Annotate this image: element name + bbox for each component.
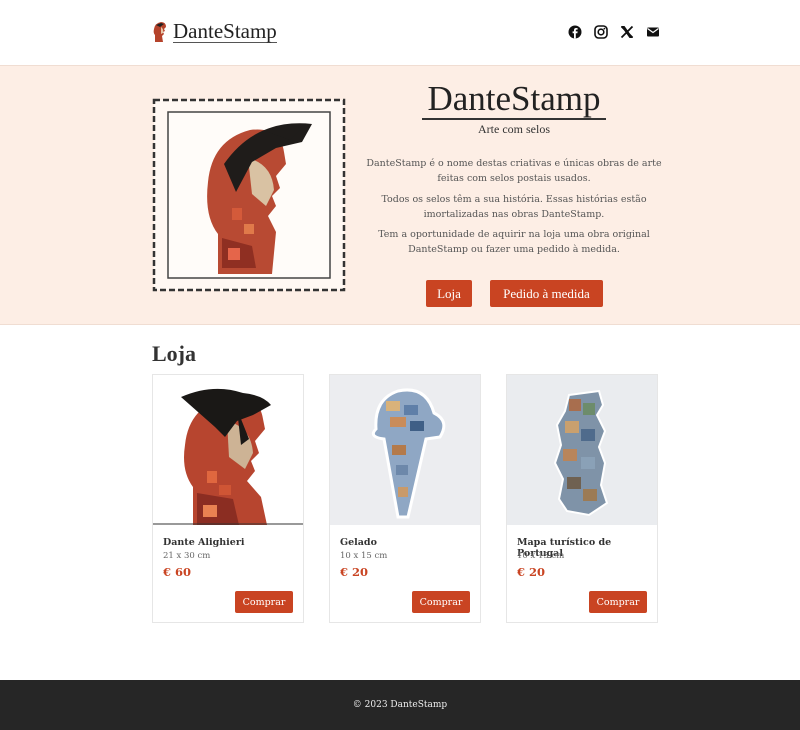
facebook-icon[interactable] [568,24,582,39]
brand-name: DanteStamp [173,19,277,43]
envelope-icon[interactable] [646,24,660,38]
custom-order-button[interactable]: Pedido à medida [490,280,603,307]
product-card: Dante Alighieri 21 x 30 cm € 60 Comprar [152,374,304,623]
social-links [568,24,660,39]
hero-paragraph: DanteStamp é o nome destas criativas e ú… [366,158,662,184]
product-size: 10 x 15 cm [517,551,565,561]
shop-button[interactable]: Loja [426,280,472,307]
dante-logo-icon [153,21,166,42]
buy-button[interactable]: Comprar [589,591,647,613]
copyright-text: © 2023 DanteStamp [352,700,448,710]
brand-link[interactable]: DanteStamp [152,20,277,43]
product-price: € 60 [163,565,192,579]
product-card: Mapa turístico de Portugal 10 x 15 cm € … [506,374,658,623]
product-size: 10 x 15 cm [340,551,388,561]
hero-paragraph: Todos os selos têm a sua história. Essas… [381,194,647,220]
product-image-dante[interactable] [153,375,303,525]
hero-subtitle: Arte com selos [478,122,550,136]
x-icon[interactable] [620,24,634,39]
hero-title: DanteStamp [422,80,606,120]
buy-button[interactable]: Comprar [412,591,470,613]
product-name: Dante Alighieri [163,537,245,548]
product-price: € 20 [517,565,546,579]
shop-section-title: Loja [152,341,196,366]
product-price: € 20 [340,565,369,579]
site-header: DanteStamp [0,0,800,65]
product-card: Gelado 10 x 15 cm € 20 Comprar [329,374,481,623]
product-size: 21 x 30 cm [163,551,211,561]
hero-section: DanteStamp Arte com selos DanteStamp é o… [0,65,800,325]
product-image-mapa[interactable] [507,375,657,525]
dante-stamp-artwork [152,98,346,292]
site-footer: © 2023 DanteStamp [0,680,800,730]
product-image-gelado[interactable] [330,375,480,525]
product-name: Gelado [340,537,377,548]
instagram-icon[interactable] [594,24,608,39]
buy-button[interactable]: Comprar [235,591,293,613]
hero-paragraph: Tem a oportunidade de aquirir na loja um… [378,229,650,255]
